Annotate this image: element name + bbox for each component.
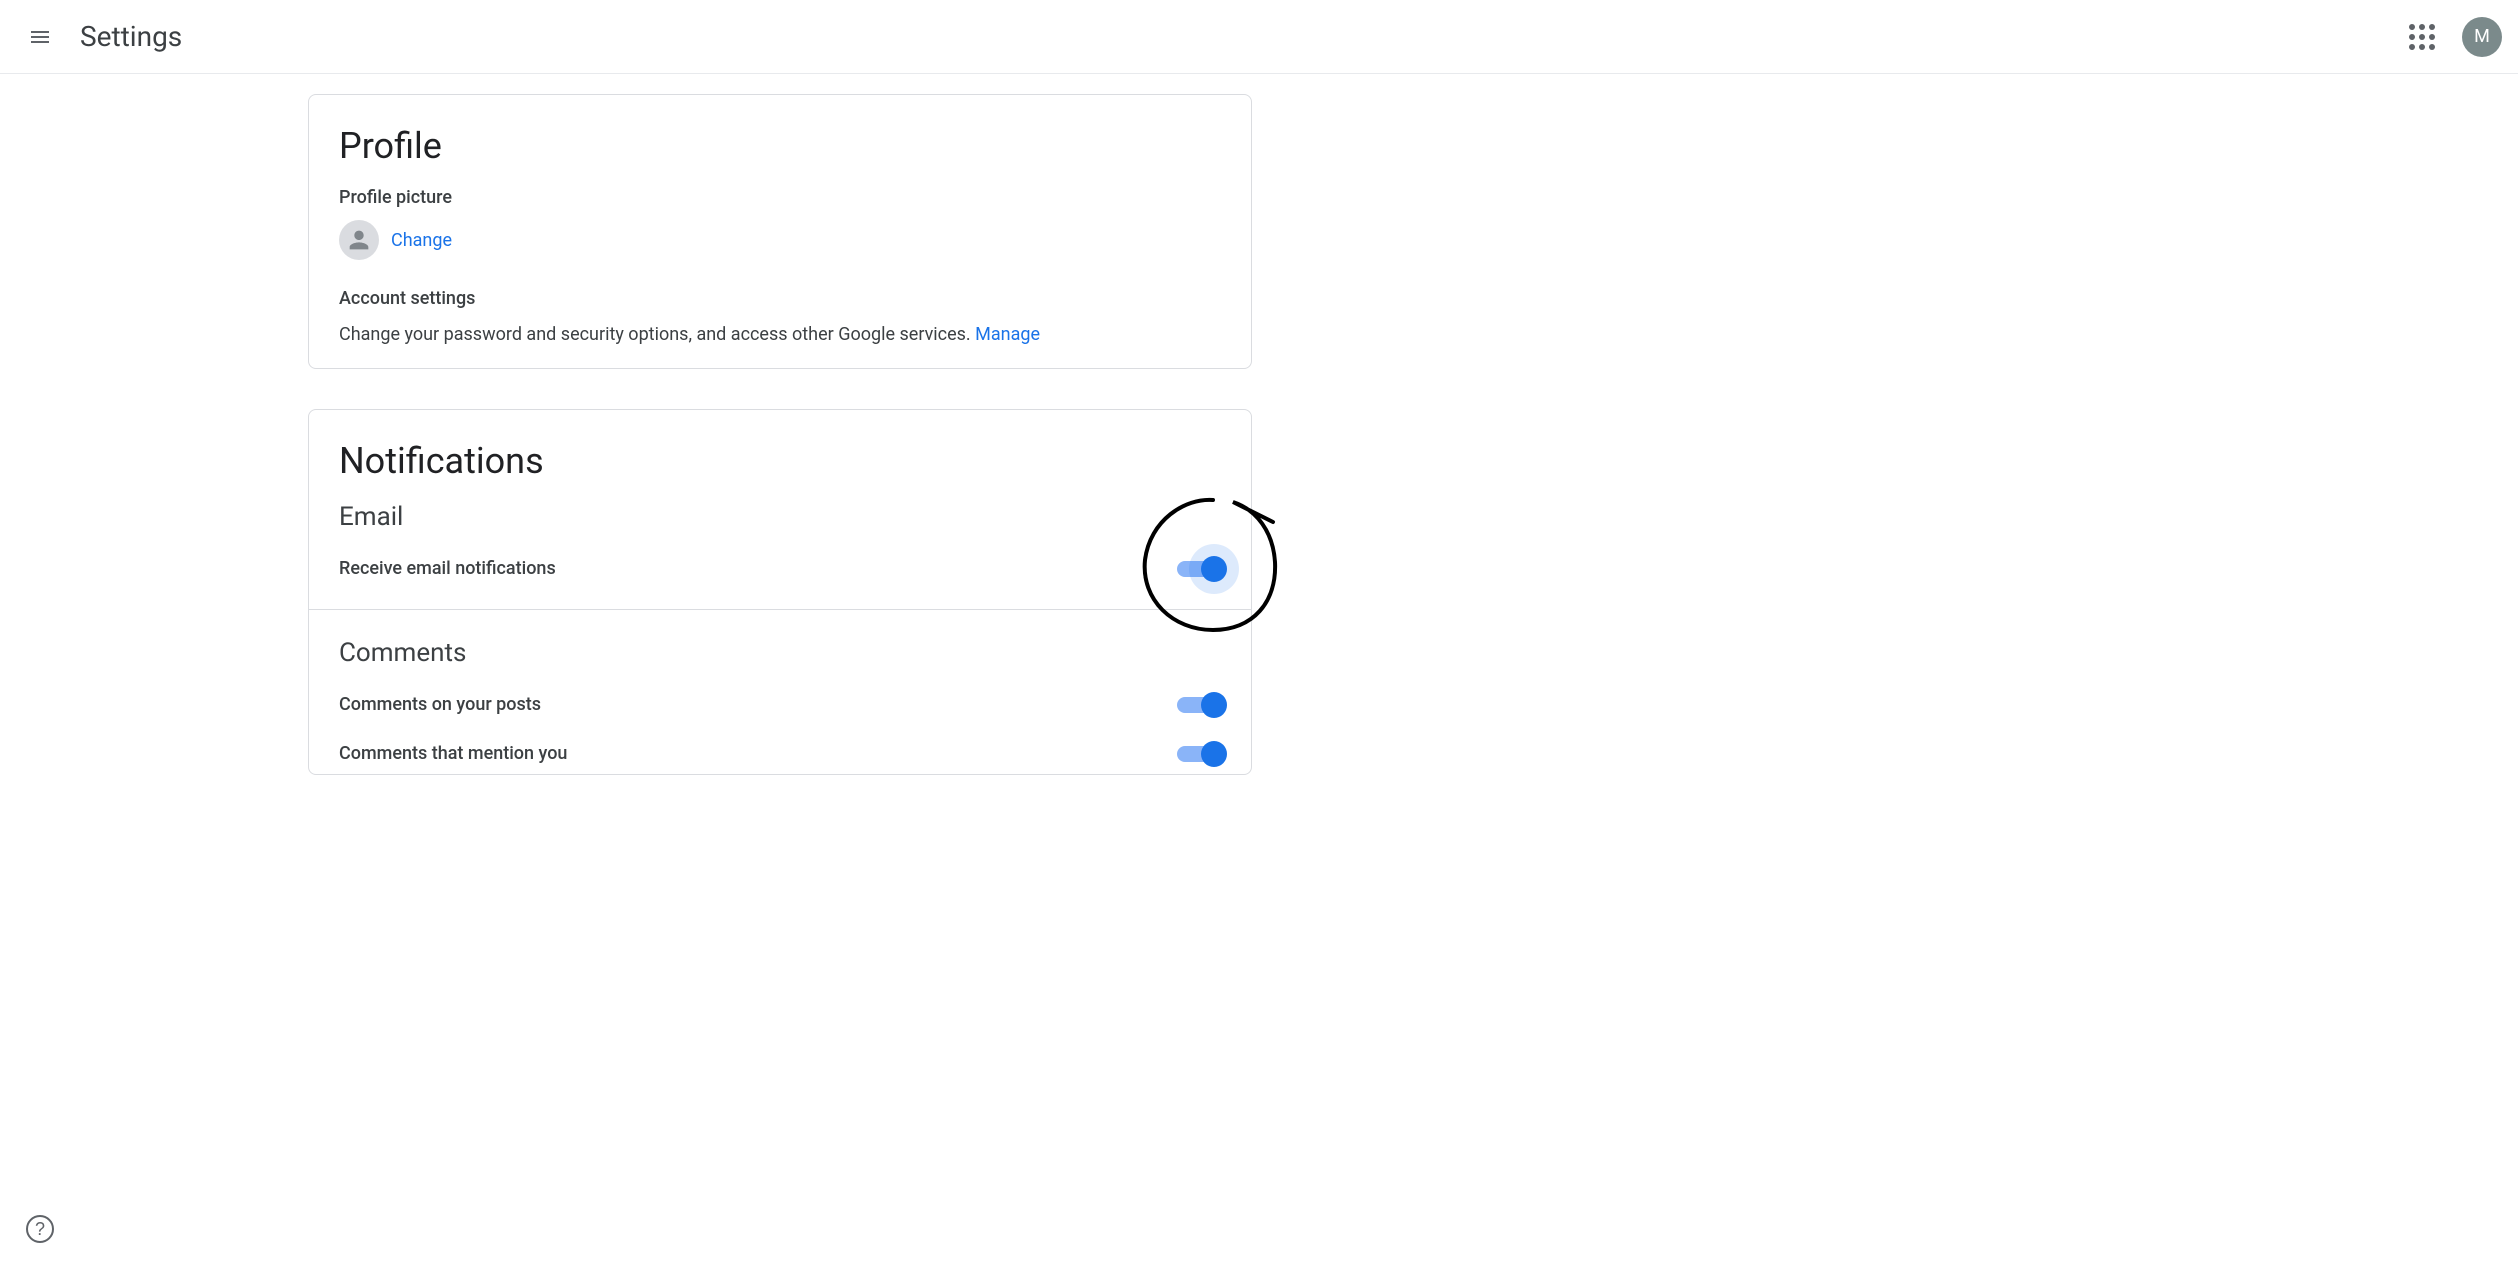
- comments-mention-label: Comments that mention you: [339, 743, 567, 764]
- page-title: Settings: [80, 20, 182, 53]
- change-picture-link[interactable]: Change: [391, 230, 452, 251]
- profile-heading: Profile: [339, 125, 1221, 167]
- hamburger-icon: [28, 25, 52, 49]
- manage-account-link[interactable]: Manage: [975, 324, 1040, 345]
- help-button[interactable]: ?: [26, 1215, 54, 1243]
- comments-mention-toggle[interactable]: [1177, 746, 1221, 762]
- app-header: Settings M: [0, 0, 2518, 74]
- comments-on-posts-toggle[interactable]: [1177, 697, 1221, 713]
- question-mark-icon: ?: [35, 1219, 45, 1240]
- account-settings-text: Change your password and security option…: [339, 324, 975, 345]
- comments-mention-row: Comments that mention you: [339, 743, 1221, 774]
- settings-container: Profile Profile picture Change Account s…: [308, 94, 1252, 775]
- person-icon: [345, 226, 373, 254]
- profile-picture-placeholder: [339, 220, 379, 260]
- header-left: Settings: [16, 13, 182, 61]
- account-settings-description: Change your password and security option…: [339, 321, 1221, 348]
- profile-picture-row: Change: [339, 220, 1221, 260]
- receive-email-label: Receive email notifications: [339, 558, 556, 579]
- comments-on-posts-row: Comments on your posts: [339, 694, 1221, 743]
- main-menu-button[interactable]: [16, 13, 64, 61]
- profile-picture-label: Profile picture: [339, 187, 1221, 208]
- profile-card: Profile Profile picture Change Account s…: [308, 94, 1252, 369]
- notifications-card: Notifications Email Receive email notifi…: [308, 409, 1252, 775]
- account-settings-label: Account settings: [339, 288, 1221, 309]
- notifications-heading: Notifications: [339, 440, 1221, 482]
- header-right: M: [2398, 13, 2502, 61]
- receive-email-toggle[interactable]: [1177, 561, 1221, 577]
- google-apps-button[interactable]: [2398, 13, 2446, 61]
- receive-email-row: Receive email notifications: [339, 558, 1221, 609]
- comments-subheading: Comments: [339, 638, 1221, 668]
- comments-on-posts-label: Comments on your posts: [339, 694, 541, 715]
- account-avatar[interactable]: M: [2462, 17, 2502, 57]
- email-subheading: Email: [339, 502, 1221, 532]
- apps-grid-icon: [2409, 24, 2435, 50]
